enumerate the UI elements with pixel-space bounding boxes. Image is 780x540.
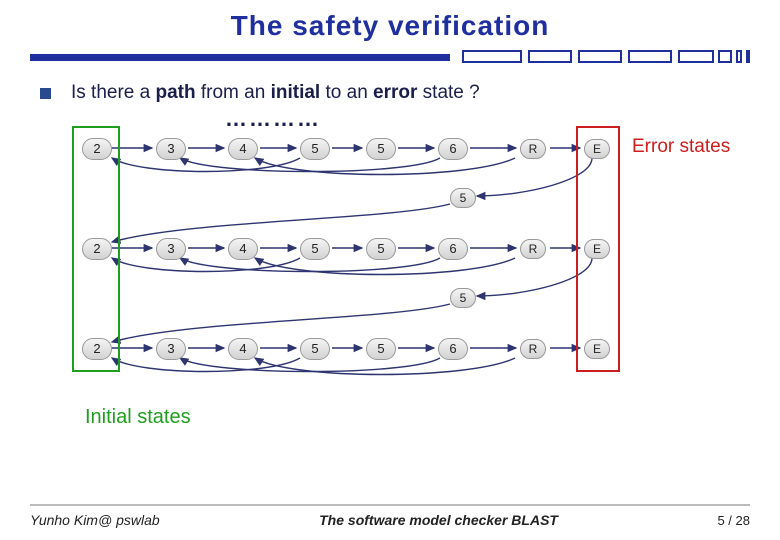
state-node: 3 bbox=[156, 138, 186, 160]
state-node: 5 bbox=[366, 138, 396, 160]
state-node: 5 bbox=[366, 338, 396, 360]
state-node: 5 bbox=[300, 238, 330, 260]
bullet-icon bbox=[40, 88, 51, 99]
state-node: 4 bbox=[228, 138, 258, 160]
question-text: Is there a path from an initial to an er… bbox=[40, 82, 750, 104]
state-node: 5 bbox=[366, 238, 396, 260]
state-node: 4 bbox=[228, 238, 258, 260]
state-node: 3 bbox=[156, 238, 186, 260]
state-node: E bbox=[584, 139, 610, 159]
state-node: 2 bbox=[82, 138, 112, 160]
page-number: 5 / 28 bbox=[717, 513, 750, 528]
state-node: R bbox=[520, 139, 546, 159]
state-node: 6 bbox=[438, 238, 468, 260]
state-node: E bbox=[584, 339, 610, 359]
ellipsis: ………… bbox=[225, 106, 321, 132]
state-node: 6 bbox=[438, 138, 468, 160]
state-node: 2 bbox=[82, 238, 112, 260]
slide-title: The safety verification bbox=[30, 10, 750, 42]
state-node: R bbox=[520, 339, 546, 359]
state-node: 3 bbox=[156, 338, 186, 360]
footer-title: The software model checker BLAST bbox=[160, 512, 718, 528]
footer-author: Yunho Kim@ pswlab bbox=[30, 512, 160, 528]
footer: Yunho Kim@ pswlab The software model che… bbox=[30, 504, 750, 528]
state-node: 6 bbox=[438, 338, 468, 360]
bridge-node: 5 bbox=[450, 288, 476, 308]
initial-states-label: Initial states bbox=[85, 406, 750, 429]
state-node: E bbox=[584, 239, 610, 259]
state-node: 5 bbox=[300, 138, 330, 160]
title-divider bbox=[30, 48, 750, 64]
bridge-node: 5 bbox=[450, 188, 476, 208]
state-node: R bbox=[520, 239, 546, 259]
state-node: 4 bbox=[228, 338, 258, 360]
state-node: 2 bbox=[82, 338, 112, 360]
state-node: 5 bbox=[300, 338, 330, 360]
error-states-label: Error states bbox=[632, 136, 730, 158]
state-diagram: ………… bbox=[30, 110, 750, 400]
